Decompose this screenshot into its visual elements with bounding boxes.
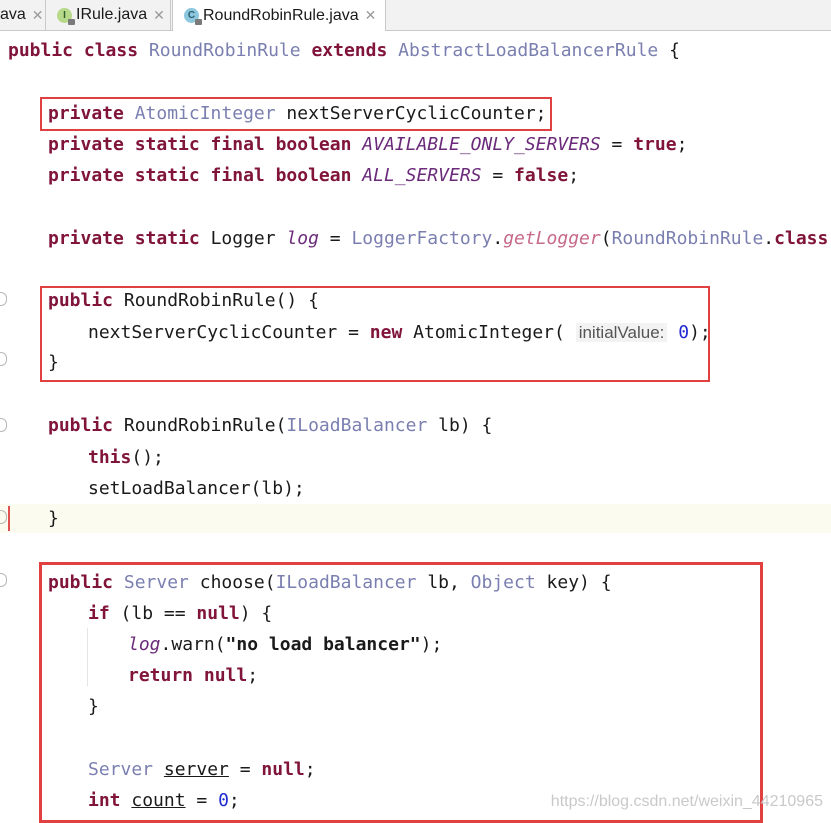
fold-marker-icon[interactable] <box>0 573 7 587</box>
interface-icon: I <box>57 7 75 25</box>
tab-label: RoundRobinRule.java <box>203 6 359 24</box>
class-icon: C <box>184 8 202 25</box>
close-icon[interactable]: ✕ <box>32 7 44 24</box>
highlight-box-counter-field <box>40 97 552 131</box>
lock-icon <box>195 19 202 25</box>
fold-marker-icon[interactable] <box>0 418 7 432</box>
tab-irule-java[interactable]: I IRule.java ✕ <box>47 0 171 30</box>
tab-partial-java[interactable]: ava ✕ <box>0 0 46 30</box>
close-icon[interactable]: ✕ <box>365 7 377 24</box>
close-icon[interactable]: ✕ <box>153 7 165 24</box>
current-line-highlight <box>0 504 831 533</box>
tab-label: IRule.java <box>76 6 148 23</box>
code-line-brace: } <box>48 508 59 529</box>
code-line-setloadbalancer: setLoadBalancer(lb); <box>88 478 305 499</box>
tab-label: ava <box>0 6 26 23</box>
highlight-box-choose-method <box>39 562 763 823</box>
code-line-class-decl: public class RoundRobinRule extends Abst… <box>8 40 680 61</box>
code-line-all-servers: private static final boolean ALL_SERVERS… <box>48 165 580 186</box>
highlight-box-default-ctor <box>40 286 710 382</box>
editor-tab-bar: ava ✕ I IRule.java ✕ C RoundRobinRule.ja… <box>0 0 831 31</box>
tab-roundrobinrule-java[interactable]: C RoundRobinRule.java ✕ <box>172 0 386 31</box>
code-line-logger: private static Logger log = LoggerFactor… <box>48 228 831 249</box>
code-line-available-only-servers: private static final boolean AVAILABLE_O… <box>48 134 688 155</box>
fold-marker-icon[interactable] <box>0 352 7 366</box>
lock-icon <box>68 18 75 25</box>
code-line-this: this(); <box>88 447 164 468</box>
text-caret <box>8 506 10 531</box>
code-line-ctor-lb: public RoundRobinRule(ILoadBalancer lb) … <box>48 415 493 436</box>
watermark: https://blog.csdn.net/weixin_44210965 <box>550 793 823 810</box>
fold-marker-icon[interactable] <box>0 292 7 306</box>
